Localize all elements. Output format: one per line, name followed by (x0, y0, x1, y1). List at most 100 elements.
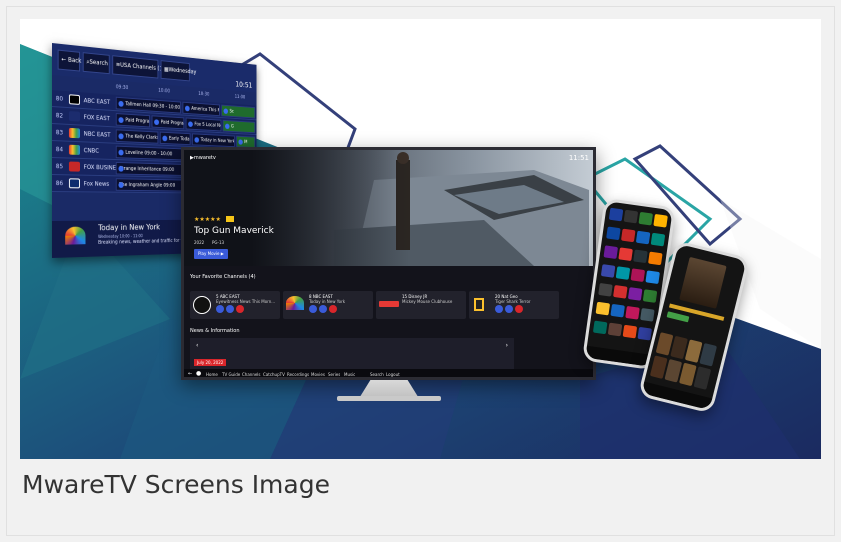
program-cell[interactable]: The Kelly Clarkson (116, 129, 158, 143)
poster-row (649, 332, 721, 394)
program-cell[interactable]: America This Mo (183, 102, 220, 116)
menu-item-search[interactable]: Search (370, 372, 384, 377)
cnbc-logo (69, 145, 80, 155)
news-carousel[interactable]: ‹ › July 20, 2022 (190, 338, 514, 369)
channel-tile[interactable] (601, 264, 616, 278)
channel-tile[interactable] (624, 210, 639, 224)
channels-filter-button[interactable]: ≋USA Channels (17) (112, 55, 158, 78)
movie-poster-thumb[interactable] (694, 366, 712, 390)
movie-rating: PG-13 (212, 240, 224, 245)
nbc-logo (286, 296, 304, 310)
brand-text: mwaretv (194, 155, 216, 161)
catchup-icon[interactable] (505, 305, 513, 313)
channel-name: FOX EAST (84, 114, 110, 122)
channel-card[interactable]: 15 Disney JR Mickey Mouse Clubhouse (376, 291, 466, 319)
play-movie-button[interactable]: Play Movie ▶ (194, 249, 228, 259)
menu-item-channels[interactable]: Channels (242, 372, 261, 377)
epg-clock: 10:51 (235, 80, 252, 89)
channel-tile[interactable] (596, 302, 611, 316)
catchup-icon[interactable] (226, 305, 234, 313)
favorites-heading: Your Favorite Channels (4) (190, 274, 256, 280)
program-cell[interactable]: G (223, 120, 255, 133)
search-button[interactable]: ⌕Search (83, 52, 110, 74)
channel-tile[interactable] (621, 229, 636, 243)
menu-item-series[interactable]: Series (328, 372, 340, 377)
fox-news-logo (69, 178, 80, 188)
date-button[interactable]: ▦Wednesday (161, 60, 190, 81)
channel-tile[interactable] (640, 308, 655, 322)
program-cell[interactable]: Sc (221, 105, 255, 119)
info-icon[interactable] (309, 305, 317, 313)
channel-name: ABC EAST (84, 97, 111, 106)
time-slot: 10:30 (198, 91, 209, 97)
channel-tile[interactable] (645, 270, 660, 284)
channel-tile[interactable] (633, 249, 648, 263)
channel-tile[interactable] (648, 252, 663, 266)
channel-tile[interactable] (651, 233, 666, 247)
channel-name: CNBC (84, 147, 99, 154)
record-icon[interactable] (236, 305, 244, 313)
disney-junior-logo (379, 301, 399, 307)
channel-card[interactable]: 20 Nat Geo Tiger Shark Terror (469, 291, 559, 319)
chevron-right-icon[interactable]: › (506, 342, 508, 349)
channel-tile[interactable] (593, 321, 608, 335)
channel-tile[interactable] (610, 304, 625, 318)
channel-tile[interactable] (636, 231, 651, 245)
menu-item-catchuptv[interactable]: CatchupTV (263, 372, 285, 377)
channel-tile[interactable] (631, 268, 646, 282)
star-rating: ★★★★★ (194, 216, 221, 223)
channel-tile[interactable] (623, 325, 638, 339)
channel-tile[interactable] (625, 306, 640, 320)
channel-card[interactable]: 8 NBC EAST Today in New York (283, 291, 373, 319)
back-button[interactable]: ← Back (58, 50, 80, 72)
menu-item-music[interactable]: Music (344, 372, 355, 377)
channel-tile[interactable] (608, 323, 623, 337)
program-cell[interactable]: Paid Program 09:3 (116, 113, 150, 127)
channel-tile[interactable] (653, 214, 668, 228)
channel-tile[interactable] (643, 289, 658, 303)
time-slot: 10:00 (158, 88, 170, 95)
channel-number: 83 (56, 129, 63, 136)
channel-tile[interactable] (603, 245, 618, 259)
record-icon[interactable] (329, 305, 337, 313)
profile-icon[interactable]: ● (196, 370, 201, 377)
info-icon[interactable] (495, 305, 503, 313)
record-icon[interactable] (515, 305, 523, 313)
channel-tile[interactable] (628, 287, 643, 301)
menu-item-movies[interactable]: Movies (311, 372, 325, 377)
channel-card[interactable]: 5 ABC EAST Eyewitness News This Morn... (190, 291, 280, 319)
fox-logo (69, 111, 80, 122)
program-cell[interactable]: Paid Program 09:3 (152, 115, 185, 129)
time-slot: 11:00 (235, 94, 246, 100)
back-arrow-icon[interactable]: ← (188, 371, 192, 377)
play-icon: ▶ (221, 251, 224, 256)
fox-business-logo (69, 162, 80, 172)
catchup-icon[interactable] (319, 305, 327, 313)
movie-poster-thumb[interactable] (699, 343, 717, 367)
channel-tile[interactable] (606, 226, 621, 240)
channel-tile[interactable] (618, 247, 633, 261)
channel-tile[interactable] (609, 208, 624, 222)
movie-poster[interactable] (679, 257, 727, 309)
featured-movie-banner[interactable]: ▶mwaretv 11:51 ★★★★★ Top Gun Maverick 20… (184, 150, 593, 266)
info-icon[interactable] (216, 305, 224, 313)
back-arrow-icon: ← (61, 56, 66, 63)
channel-tile[interactable] (638, 212, 653, 226)
menu-item-tv-guide[interactable]: TV Guide (222, 372, 240, 377)
menu-item-home[interactable]: Home (206, 372, 218, 377)
menu-item-logout[interactable]: Logout (386, 372, 400, 377)
brand-logo: ▶mwaretv (190, 155, 216, 161)
program-cell[interactable]: Today in New York (192, 133, 235, 147)
channel-tile[interactable] (637, 327, 652, 341)
program-cell[interactable]: Fox 5 Local Ne (186, 118, 222, 132)
channel-tile[interactable] (598, 283, 613, 297)
channel-number: 85 (56, 163, 63, 170)
movie-title: Top Gun Maverick (194, 226, 274, 236)
program-cell[interactable]: Early Today 09: (160, 132, 191, 145)
channel-tile[interactable] (613, 285, 628, 299)
channel-tile[interactable] (616, 266, 631, 280)
chevron-left-icon[interactable]: ‹ (196, 342, 198, 349)
play-button[interactable] (667, 311, 690, 322)
channel-number: 82 (56, 112, 63, 119)
menu-item-recordings[interactable]: Recordings (287, 372, 309, 377)
